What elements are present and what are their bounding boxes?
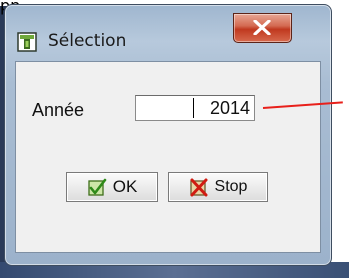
page-background-right [331,0,349,278]
window-title: Sélection [48,31,127,51]
title-bar[interactable]: Sélection [5,5,331,52]
ok-button[interactable]: OK [66,172,158,202]
close-button[interactable] [233,13,292,43]
app-icon [17,32,37,52]
year-label: Année [32,100,85,120]
text-caret [193,98,194,118]
selection-dialog: Sélection [4,4,332,266]
cancel-icon [189,177,209,197]
ok-label: OK [112,177,138,196]
dialog-body [15,61,321,253]
stop-label: Stop [214,178,248,195]
stop-button[interactable]: Stop [168,172,268,202]
year-input[interactable]: 2014 [135,95,255,121]
close-icon [253,20,271,35]
check-icon [87,177,107,197]
